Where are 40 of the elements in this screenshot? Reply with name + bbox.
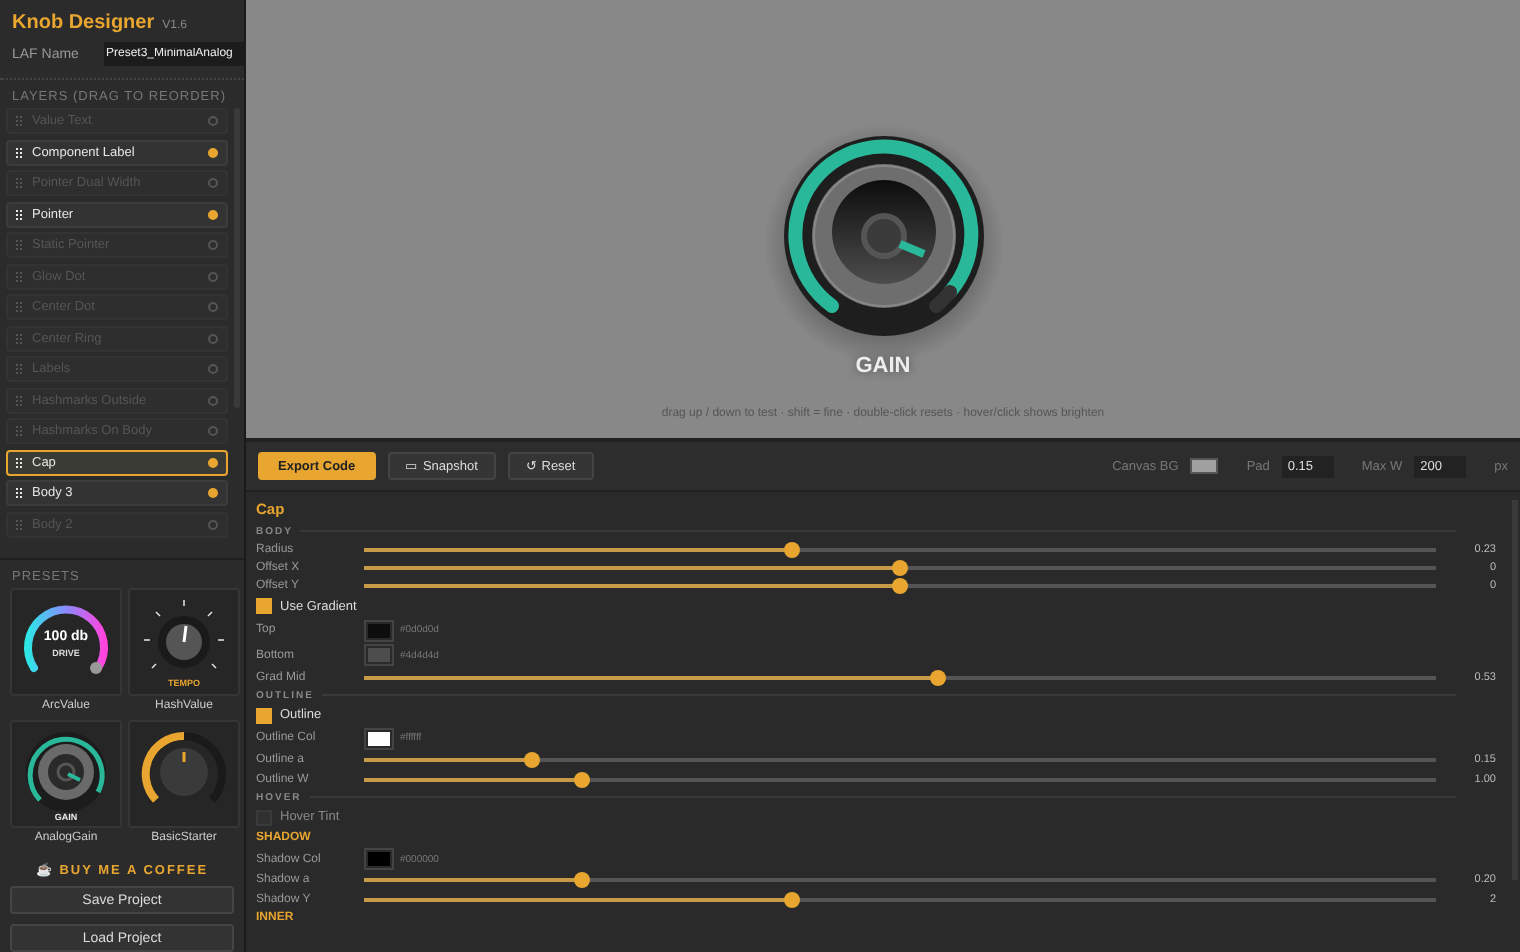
color-swatch[interactable] [1190, 458, 1219, 474]
visibility-dot[interactable] [208, 116, 218, 126]
color-swatch[interactable] [364, 644, 394, 667]
slider-thumb[interactable] [784, 541, 801, 558]
color-swatch[interactable] [364, 727, 394, 750]
visibility-dot[interactable] [208, 395, 218, 405]
slider-track[interactable] [364, 878, 1436, 883]
visibility-dot[interactable] [208, 457, 218, 467]
slider-track[interactable] [364, 777, 1436, 782]
slider-thumb[interactable] [574, 872, 591, 889]
visibility-dot[interactable] [208, 178, 218, 188]
visibility-dot[interactable] [208, 302, 218, 312]
visibility-dot[interactable] [208, 519, 218, 529]
slider-track[interactable] [364, 547, 1436, 552]
app-title: Knob Designer [12, 12, 155, 34]
slider-thumb[interactable] [892, 559, 908, 576]
slider-track[interactable] [364, 584, 1436, 589]
preset-card[interactable] [128, 720, 240, 828]
checkbox[interactable] [256, 598, 272, 615]
slider-track[interactable] [364, 758, 1436, 763]
visibility-dot[interactable] [208, 240, 218, 250]
visibility-dot[interactable] [208, 333, 218, 343]
color-swatch[interactable] [364, 848, 394, 871]
visibility-dot[interactable] [208, 426, 218, 436]
slider-track[interactable] [364, 675, 1436, 680]
checkbox[interactable] [256, 707, 272, 724]
visibility-dot[interactable] [208, 209, 218, 219]
visibility-dot[interactable] [208, 488, 218, 498]
slider-thumb[interactable] [523, 752, 540, 769]
knob-label: GAIN [855, 354, 911, 378]
slider-thumb[interactable] [574, 771, 591, 788]
visibility-dot[interactable] [208, 364, 218, 374]
slider-thumb[interactable] [784, 891, 801, 908]
color-swatch[interactable] [364, 619, 394, 642]
visibility-dot[interactable] [208, 147, 218, 157]
slider-track[interactable] [364, 897, 1436, 902]
slider-thumb[interactable] [930, 669, 947, 686]
slider-thumb[interactable] [892, 578, 908, 595]
slider-track[interactable] [364, 565, 1436, 570]
visibility-dot[interactable] [208, 271, 218, 281]
